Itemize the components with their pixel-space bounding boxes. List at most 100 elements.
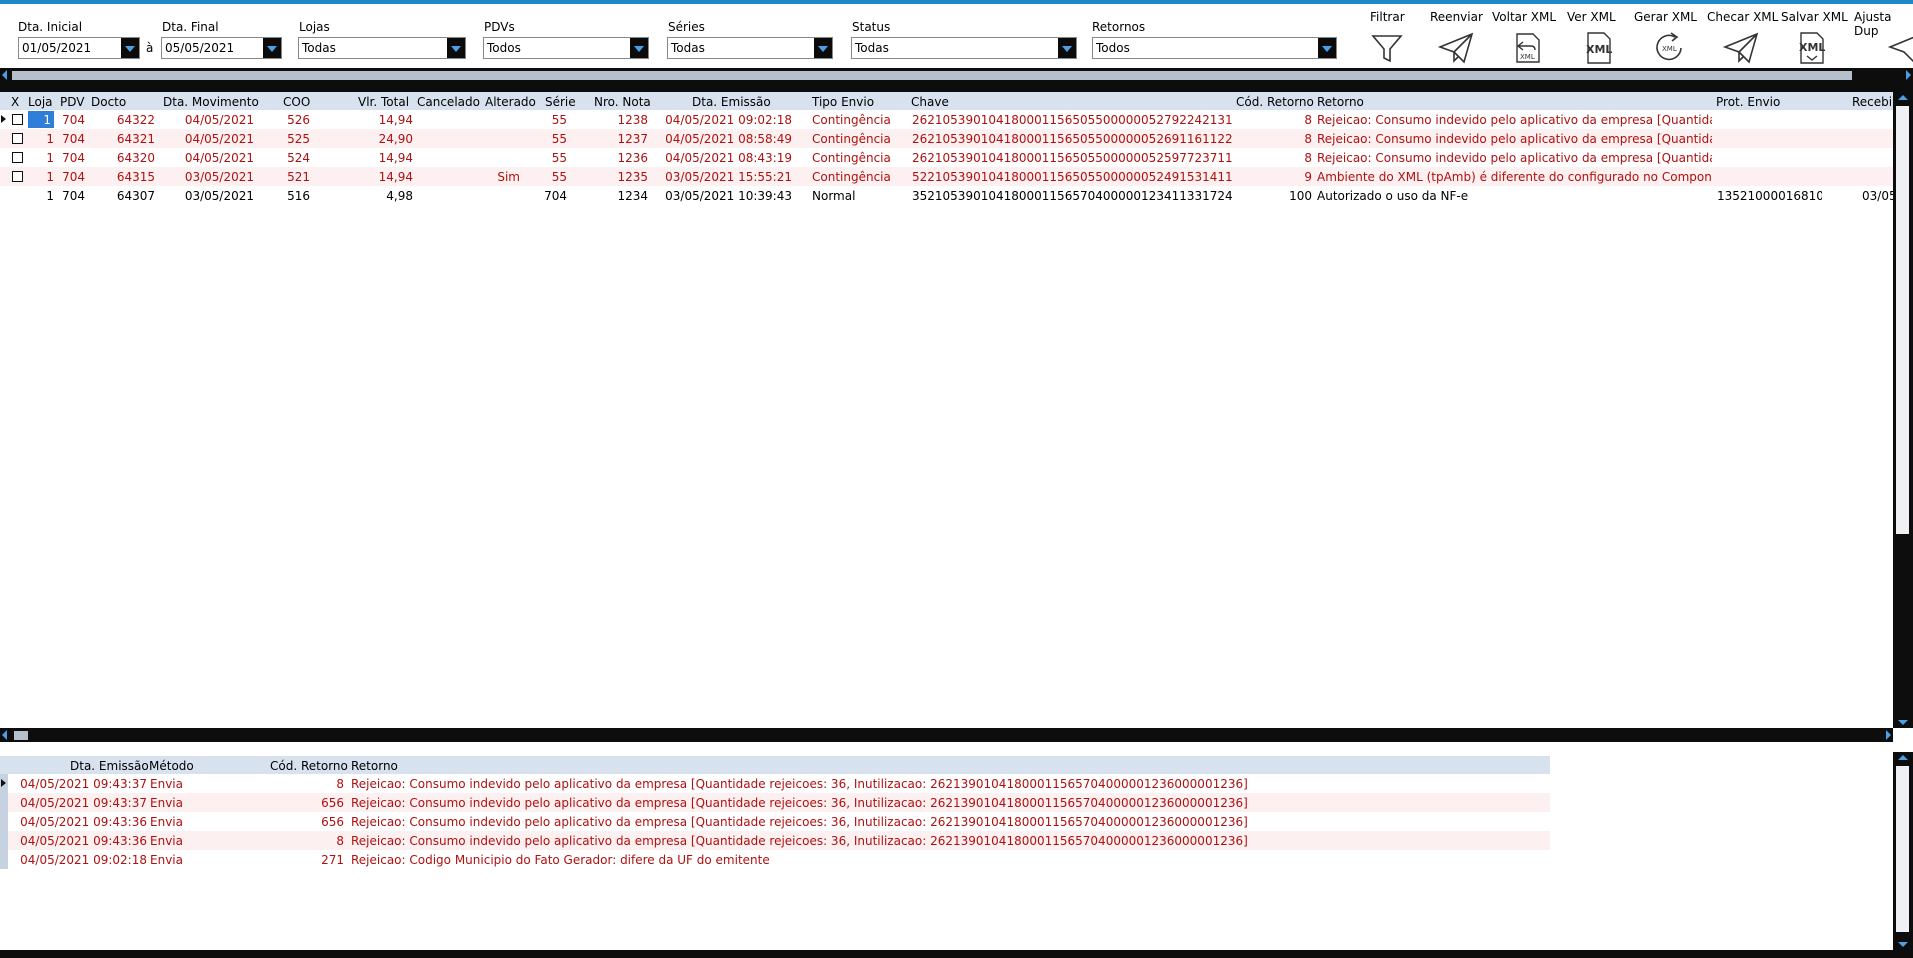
paper-plane-icon[interactable]: [1722, 30, 1760, 66]
xml-back-icon[interactable]: XML: [1509, 30, 1547, 66]
cell-cod[interactable]: 8: [1234, 132, 1312, 146]
retornos-select[interactable]: Todos: [1092, 37, 1337, 59]
documents-vertical-scrollbar[interactable]: [1893, 92, 1913, 728]
cell-ret[interactable]: Rejeicao: Consumo indevido pelo aplicati…: [1317, 151, 1712, 165]
cell-h-ret[interactable]: Rejeicao: Consumo indevido pelo aplicati…: [351, 777, 1541, 791]
chevron-down-icon[interactable]: [814, 38, 832, 58]
col-tipo-envio[interactable]: Tipo Envio: [812, 95, 874, 109]
col-docto[interactable]: Docto: [91, 95, 126, 109]
cell-ret[interactable]: Rejeicao: Consumo indevido pelo aplicati…: [1317, 113, 1712, 127]
cell-vlr[interactable]: 14,94: [340, 170, 413, 184]
cell-loja[interactable]: 1: [30, 189, 54, 203]
cell-h-dta[interactable]: 04/05/2021 09:43:37: [10, 777, 147, 791]
cell-nro[interactable]: 1236: [590, 151, 648, 165]
cell-h-dta[interactable]: 04/05/2021 09:43:37: [10, 796, 147, 810]
calendar-dropdown-icon[interactable]: [263, 38, 281, 58]
chevron-down-icon[interactable]: [1318, 38, 1336, 58]
cell-cod[interactable]: 9: [1234, 170, 1312, 184]
table-row[interactable]: 1 704 64315 03/05/2021 521 14,94 Sim 55 1235 03/0…: [0, 167, 1893, 186]
cell-dta-em[interactable]: 04/05/2021 09:02:18: [660, 113, 792, 127]
cell-coo[interactable]: 524: [278, 151, 310, 165]
cell-h-cod[interactable]: 8: [270, 834, 344, 848]
cell-coo[interactable]: 516: [278, 189, 310, 203]
cell-pdv[interactable]: 704: [60, 151, 85, 165]
scroll-down-arrow-icon[interactable]: [1898, 942, 1908, 947]
cell-tipo[interactable]: Contingência: [812, 132, 902, 146]
cell-tipo[interactable]: Contingência: [812, 170, 902, 184]
cell-docto[interactable]: 64322: [85, 113, 155, 127]
table-row[interactable]: 04/05/2021 09:43:37 Envia 656 Rejeicao: Con…: [0, 793, 1550, 812]
cell-nro[interactable]: 1234: [590, 189, 648, 203]
cell-h-metodo[interactable]: Envia: [150, 815, 210, 829]
cell-chave[interactable]: 5221053901041800011565055000000524915314…: [912, 170, 1232, 184]
col-coo[interactable]: COO: [283, 95, 310, 109]
cell-pdv[interactable]: 704: [60, 189, 85, 203]
table-row[interactable]: 04/05/2021 09:43:37 Envia 8 Rejeicao: Consu…: [0, 774, 1550, 793]
cell-h-ret[interactable]: Rejeicao: Codigo Municipio do Fato Gerad…: [351, 853, 1541, 867]
scrollbar-thumb[interactable]: [14, 731, 28, 740]
scroll-left-arrow-icon[interactable]: [2, 70, 7, 80]
xml-refresh-icon[interactable]: XML: [1651, 30, 1689, 66]
scrollbar-thumb[interactable]: [1896, 766, 1909, 932]
cell-serie[interactable]: 55: [537, 151, 567, 165]
cell-coo[interactable]: 526: [278, 113, 310, 127]
cell-vlr[interactable]: 4,98: [340, 189, 413, 203]
scroll-left-arrow-icon[interactable]: [2, 730, 7, 740]
table-row[interactable]: 04/05/2021 09:43:36 Envia 656 Rejeicao: Con…: [0, 812, 1550, 831]
cell-h-metodo[interactable]: Envia: [150, 796, 210, 810]
cell-ret[interactable]: Ambiente do XML (tpAmb) é diferente do c…: [1317, 170, 1712, 184]
chevron-down-icon[interactable]: [447, 38, 465, 58]
cell-dta-em[interactable]: 03/05/2021 10:39:43: [660, 189, 792, 203]
cell-h-metodo[interactable]: Envia: [150, 777, 210, 791]
xml-save-icon[interactable]: XML: [1793, 30, 1831, 66]
cell-chave[interactable]: 2621053901041800011565055000000525977237…: [912, 151, 1232, 165]
funnel-icon[interactable]: [1368, 30, 1406, 66]
cell-loja[interactable]: 1: [30, 132, 54, 146]
table-row[interactable]: 04/05/2021 09:43:36 Envia 8 Rejeicao: Consu…: [0, 831, 1550, 850]
col-chave[interactable]: Chave: [911, 95, 949, 109]
col-nro-nota[interactable]: Nro. Nota: [594, 95, 651, 109]
cell-h-dta[interactable]: 04/05/2021 09:43:36: [10, 834, 147, 848]
cell-prot[interactable]: 135210000168102: [1717, 189, 1822, 203]
row-checkbox[interactable]: [12, 133, 23, 144]
cell-coo[interactable]: 525: [278, 132, 310, 146]
col-x[interactable]: X: [11, 95, 19, 109]
cell-serie[interactable]: 704: [537, 189, 567, 203]
cell-h-cod[interactable]: 656: [270, 796, 344, 810]
cell-tipo[interactable]: Contingência: [812, 113, 902, 127]
cell-docto[interactable]: 64315: [85, 170, 155, 184]
cell-pdv[interactable]: 704: [60, 132, 85, 146]
chevron-down-icon[interactable]: [630, 38, 648, 58]
cell-tipo[interactable]: Normal: [812, 189, 902, 203]
col-h-cod-retorno[interactable]: Cód. Retorno: [270, 759, 348, 773]
cell-serie[interactable]: 55: [537, 132, 567, 146]
cell-pdv[interactable]: 704: [60, 170, 85, 184]
cell-chave[interactable]: 2621053901041800011565055000000526911611…: [912, 132, 1232, 146]
table-row[interactable]: 1 704 64321 04/05/2021 525 24,90 55 1237 04/05/2…: [0, 129, 1893, 148]
col-h-retorno[interactable]: Retorno: [351, 759, 398, 773]
cell-pdv[interactable]: 704: [60, 113, 85, 127]
cell-cod[interactable]: 100: [1234, 189, 1312, 203]
cell-cod[interactable]: 8: [1234, 113, 1312, 127]
col-cod-retorno[interactable]: Cód. Retorno: [1236, 95, 1314, 109]
cell-tipo[interactable]: Contingência: [812, 151, 902, 165]
table-row[interactable]: 1 704 64320 04/05/2021 524 14,94 55 1236 04/05/2…: [0, 148, 1893, 167]
cell-chave[interactable]: 3521053901041800011565704000001234113317…: [912, 189, 1232, 203]
cell-h-dta[interactable]: 04/05/2021 09:02:18: [10, 853, 147, 867]
toolbar-horizontal-scrollbar[interactable]: [0, 68, 1913, 82]
cell-nro[interactable]: 1238: [590, 113, 648, 127]
dt-final-field[interactable]: 05/05/2021: [161, 37, 282, 59]
cell-cod[interactable]: 8: [1234, 151, 1312, 165]
cell-loja[interactable]: 1: [30, 151, 54, 165]
table-row[interactable]: 1 704 64322 04/05/2021 526 14,94 55 1238 04/05/2…: [0, 110, 1893, 129]
cell-h-ret[interactable]: Rejeicao: Consumo indevido pelo aplicati…: [351, 834, 1541, 848]
col-h-dta-emissao[interactable]: Dta. Emissão: [70, 759, 149, 773]
cell-serie[interactable]: 55: [537, 170, 567, 184]
cell-vlr[interactable]: 14,94: [340, 113, 413, 127]
cell-h-metodo[interactable]: Envia: [150, 853, 210, 867]
cell-alt[interactable]: Sim: [480, 170, 520, 184]
cell-h-cod[interactable]: 656: [270, 815, 344, 829]
col-vlr-total[interactable]: Vlr. Total: [358, 95, 409, 109]
cell-dta-mov[interactable]: 03/05/2021: [155, 189, 254, 203]
cell-docto[interactable]: 64307: [85, 189, 155, 203]
